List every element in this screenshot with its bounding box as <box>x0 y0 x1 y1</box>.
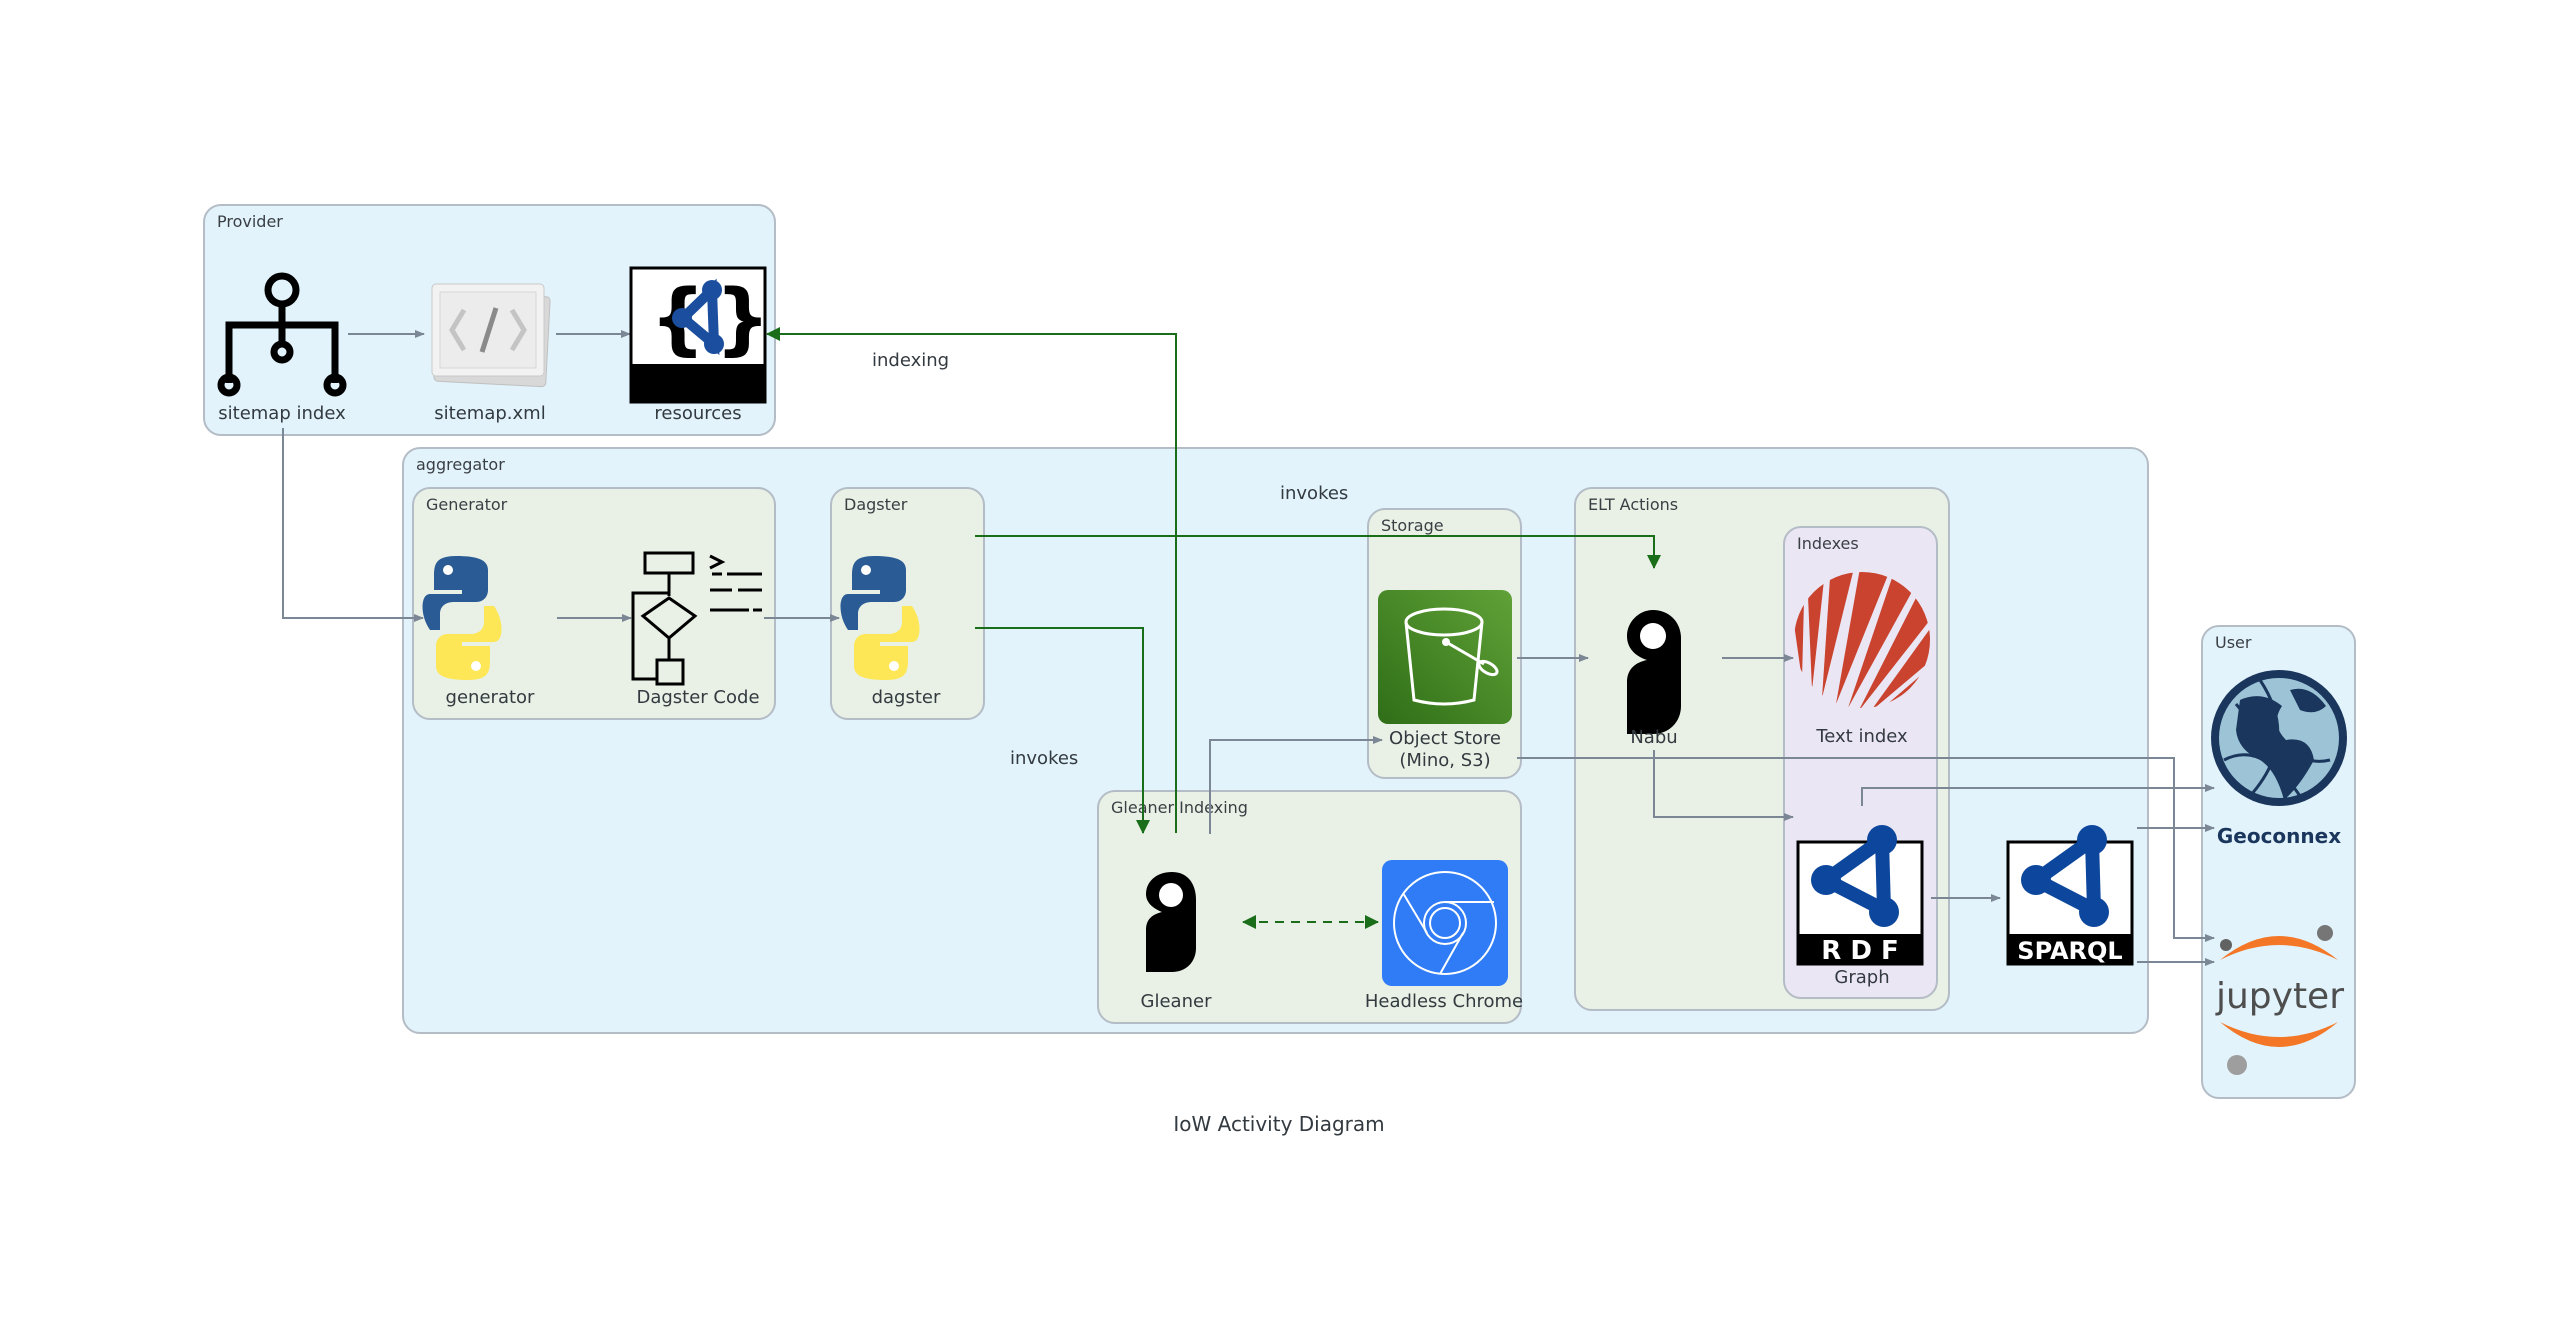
node-graph[interactable]: Graph <box>1834 967 1889 989</box>
edge-gleaner-resources-indexing <box>766 327 1177 833</box>
edge-dagster-gleaner-invokes <box>975 627 1150 834</box>
edge-gleaner-objectstore <box>1209 736 1383 834</box>
node-object-store[interactable]: Object Store (Mino, S3) <box>1389 728 1501 772</box>
node-sitemap-index[interactable]: sitemap index <box>218 403 345 425</box>
edge-label-invokes-top: invokes <box>1280 483 1349 504</box>
node-sitemap-xml[interactable]: sitemap.xml <box>434 403 545 425</box>
diagram-title: IoW Activity Diagram <box>1173 1112 1385 1136</box>
node-text-index[interactable]: Text index <box>1816 726 1907 748</box>
object-store-label-line1: Object Store <box>1389 728 1501 749</box>
edge-nabu-graph <box>1653 750 1794 821</box>
node-gleaner[interactable]: Gleaner <box>1141 991 1212 1013</box>
edge-label-indexing: indexing <box>872 350 950 371</box>
node-resources[interactable]: resources <box>654 403 741 425</box>
node-generator[interactable]: generator <box>446 687 535 709</box>
edge-dagster-nabu-invokes <box>975 535 1661 569</box>
node-dagster[interactable]: dagster <box>872 687 941 709</box>
object-store-label-line2: (Mino, S3) <box>1399 750 1491 771</box>
node-dagster-code[interactable]: Dagster Code <box>636 687 759 709</box>
edge-label-invokes-bottom: invokes <box>1010 748 1079 769</box>
edge-objectstore-jupyter <box>1517 757 2215 942</box>
edge-graph-geoconnex <box>1861 784 2215 806</box>
node-nabu[interactable]: Nabu <box>1630 727 1677 749</box>
edge-sitemapindex-generator <box>282 428 424 622</box>
node-headless-chrome[interactable]: Headless Chrome <box>1365 991 1523 1013</box>
